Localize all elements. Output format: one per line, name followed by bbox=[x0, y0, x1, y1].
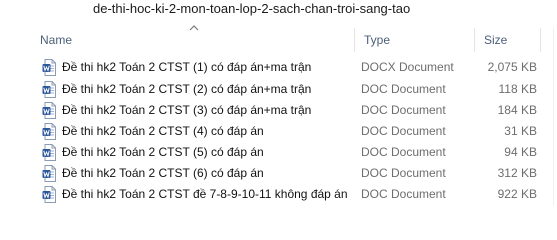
file-type: DOC Document bbox=[361, 82, 446, 96]
file-size: 2,075 KB bbox=[487, 60, 537, 74]
file-name: Đề thi hk2 Toán 2 CTST (6) có đáp án bbox=[62, 166, 264, 180]
file-row[interactable]: Đề thi hk2 Toán 2 CTST (6) có đáp án DOC … bbox=[0, 163, 557, 184]
word-doc-icon bbox=[42, 123, 56, 140]
address-path[interactable]: de-thi-hoc-ki-2-mon-toan-lop-2-sach-chan… bbox=[93, 0, 410, 20]
file-row[interactable]: Đề thi hk2 Toán 2 CTST đề 7-8-9-10-11 kh… bbox=[0, 184, 557, 205]
scrollbar-track[interactable] bbox=[553, 28, 554, 206]
column-divider[interactable] bbox=[354, 28, 355, 52]
word-doc-icon bbox=[42, 165, 56, 182]
file-row[interactable]: Đề thi hk2 Toán 2 CTST (1) có đáp án+ma … bbox=[0, 57, 557, 78]
file-type: DOC Document bbox=[361, 145, 446, 159]
file-type: DOCX Document bbox=[361, 60, 454, 74]
file-row[interactable]: Đề thi hk2 Toán 2 CTST (3) có đáp án+ma … bbox=[0, 100, 557, 121]
file-size: 922 KB bbox=[497, 187, 537, 201]
file-type: DOC Document bbox=[361, 124, 446, 138]
file-type: DOC Document bbox=[361, 103, 446, 117]
file-name: Đề thi hk2 Toán 2 CTST (1) có đáp án+ma … bbox=[62, 60, 312, 74]
column-header-row: Name Type Size bbox=[0, 28, 557, 52]
column-divider[interactable] bbox=[540, 28, 541, 52]
file-row[interactable]: Đề thi hk2 Toán 2 CTST (5) có đáp án DOC … bbox=[0, 142, 557, 163]
word-doc-icon bbox=[42, 81, 56, 98]
file-type: DOC Document bbox=[361, 187, 446, 201]
file-size: 312 KB bbox=[497, 166, 537, 180]
file-size: 94 KB bbox=[504, 145, 537, 159]
file-name: Đề thi hk2 Toán 2 CTST đề 7-8-9-10-11 kh… bbox=[62, 187, 348, 201]
file-name: Đề thi hk2 Toán 2 CTST (3) có đáp án+ma … bbox=[62, 103, 312, 117]
word-doc-icon bbox=[42, 59, 56, 76]
file-size: 118 KB bbox=[498, 82, 537, 96]
file-size: 184 KB bbox=[497, 103, 537, 117]
sort-ascending-icon bbox=[189, 25, 199, 31]
file-row[interactable]: Đề thi hk2 Toán 2 CTST (4) có đáp án DOC … bbox=[0, 121, 557, 142]
column-divider[interactable] bbox=[474, 28, 475, 52]
file-type: DOC Document bbox=[361, 166, 446, 180]
file-size: 31 KB bbox=[504, 124, 537, 138]
file-row[interactable]: Đề thi hk2 Toán 2 CTST (2) có đáp án+ma … bbox=[0, 79, 557, 100]
column-header-type[interactable]: Type bbox=[364, 33, 390, 47]
column-header-name[interactable]: Name bbox=[40, 33, 72, 47]
file-name: Đề thi hk2 Toán 2 CTST (5) có đáp án bbox=[62, 145, 264, 159]
word-doc-icon bbox=[42, 186, 56, 203]
file-name: Đề thi hk2 Toán 2 CTST (2) có đáp án+ma … bbox=[62, 82, 312, 96]
word-doc-icon bbox=[42, 102, 56, 119]
file-name: Đề thi hk2 Toán 2 CTST (4) có đáp án bbox=[62, 124, 264, 138]
column-header-size[interactable]: Size bbox=[484, 33, 507, 47]
word-doc-icon bbox=[42, 144, 56, 161]
